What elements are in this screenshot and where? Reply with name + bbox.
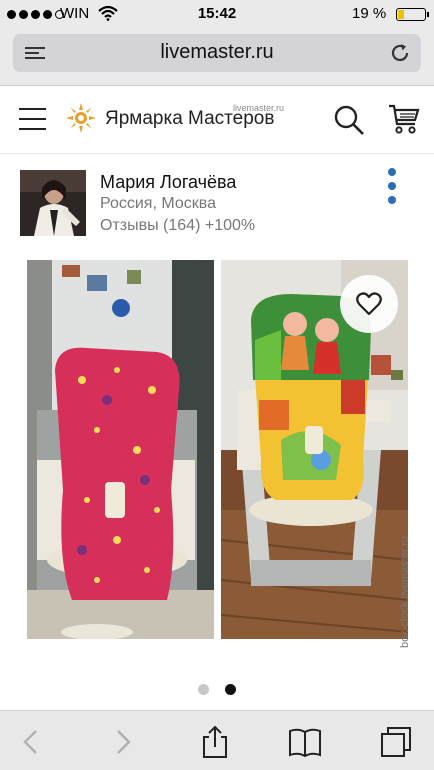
seller-location: Россия, Москва <box>100 195 216 212</box>
seller-name[interactable]: Мария Логачёва <box>100 172 236 193</box>
watermark-text: box-clock.livemaster.ru <box>399 536 411 648</box>
logo-text[interactable]: Ярмарка Мастеров <box>105 108 274 130</box>
page: WIN 15:42 19 % livemaster.ru livemaster.… <box>0 0 434 770</box>
avatar[interactable] <box>20 170 86 236</box>
site-header: livemaster.ru Ярмарка Мастеров <box>0 86 434 154</box>
reload-icon[interactable] <box>389 42 411 64</box>
sun-logo-icon[interactable] <box>65 102 97 134</box>
favorite-button[interactable] <box>340 275 398 333</box>
hamburger-icon[interactable] <box>19 108 46 138</box>
watermark: box-clock.livemaster.ru <box>399 536 411 648</box>
heart-icon[interactable] <box>356 292 382 316</box>
browser-toolbar <box>0 710 434 770</box>
forward-icon[interactable] <box>106 725 140 759</box>
pager-dot-1[interactable] <box>198 684 209 695</box>
status-bar: WIN 15:42 19 % <box>0 0 434 28</box>
pager-dot-2[interactable] <box>225 684 236 695</box>
browser-chrome: livemaster.ru <box>0 28 434 86</box>
cart-icon[interactable] <box>387 102 421 136</box>
seller-reviews-link[interactable]: Отзывы (164) +100% <box>100 217 255 235</box>
seller-card: Мария Логачёва Россия, Москва Отзывы (16… <box>0 154 434 246</box>
more-vertical-icon[interactable] <box>388 168 398 210</box>
url-text[interactable]: livemaster.ru <box>13 41 421 64</box>
address-bar[interactable]: livemaster.ru <box>13 34 421 72</box>
share-icon[interactable] <box>198 725 232 759</box>
search-icon[interactable] <box>333 104 365 136</box>
slide-pager <box>0 684 434 696</box>
battery-icon <box>396 8 429 21</box>
photo-left <box>27 260 214 639</box>
tabs-icon[interactable] <box>379 725 413 759</box>
battery-percent: 19 % <box>352 5 387 22</box>
back-icon[interactable] <box>14 725 48 759</box>
bookmarks-icon[interactable] <box>288 725 322 759</box>
